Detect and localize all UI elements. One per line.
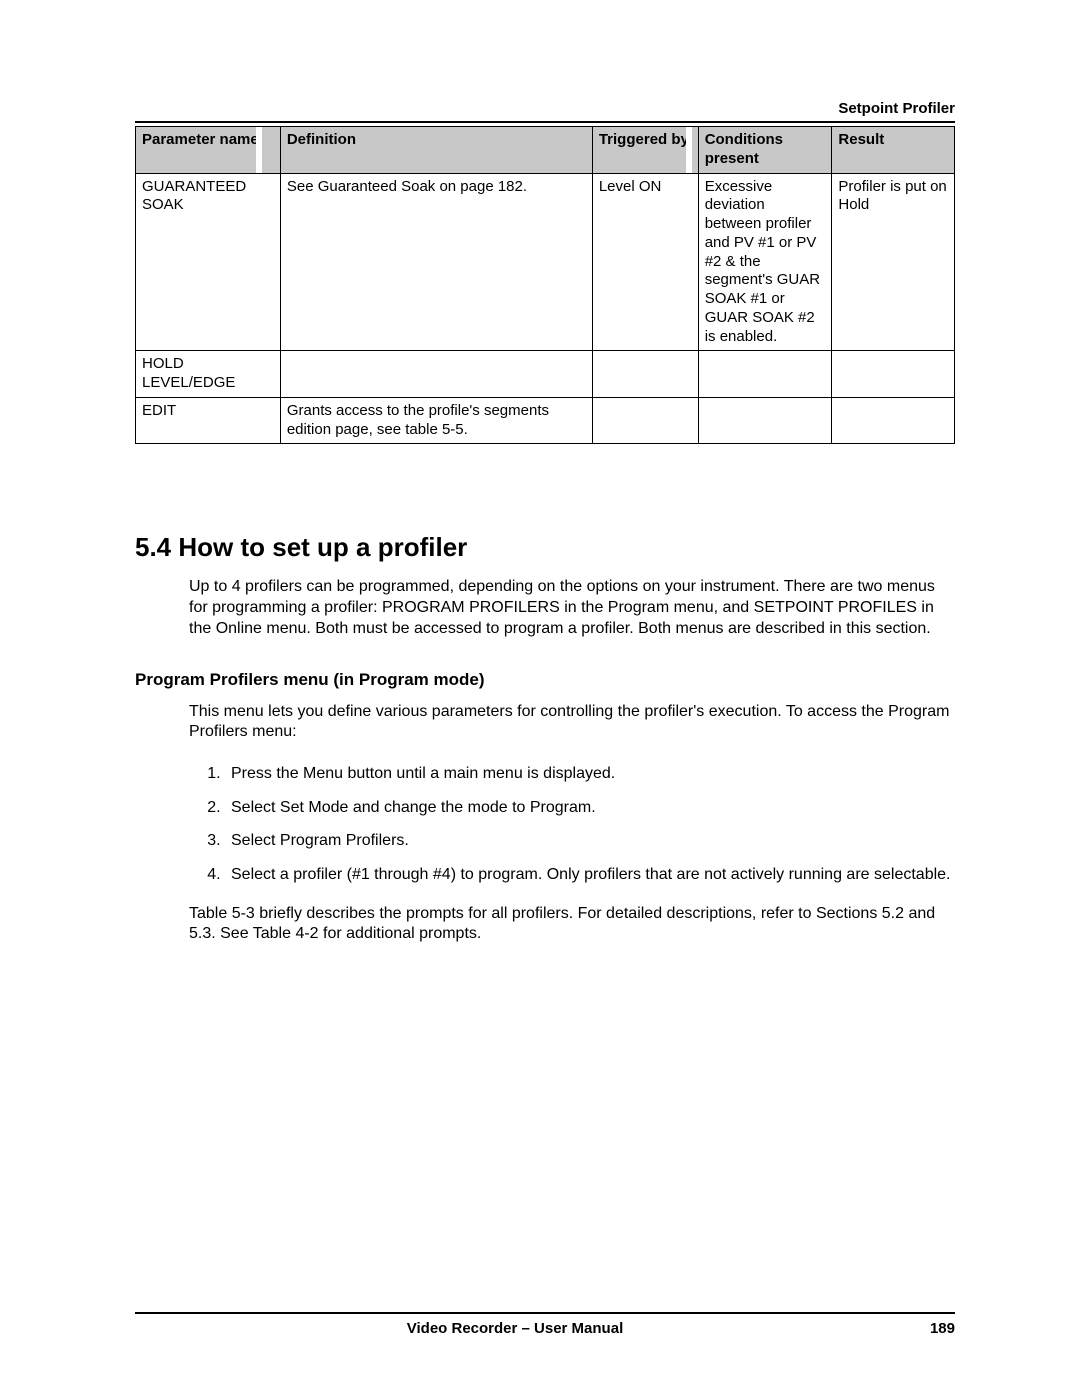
subsection-heading: Program Profilers menu (in Program mode) [135, 670, 955, 690]
cell-triggered [592, 397, 698, 444]
th-triggered-by: Triggered by [592, 127, 698, 174]
section-title: 5.4 How to set up a profiler [135, 532, 955, 563]
subsection-intro: This menu lets you define various parame… [189, 702, 955, 744]
cell-result [832, 397, 955, 444]
cell-param: EDIT [136, 397, 281, 444]
header-section-label: Setpoint Profiler [135, 100, 955, 117]
cell-definition: Grants access to the profile's segments … [280, 397, 592, 444]
cell-conditions [698, 351, 832, 398]
table-row: GUARANTEED SOAK See Guaranteed Soak on p… [136, 173, 955, 351]
th-parameter-name: Parameter name [136, 127, 281, 174]
parameter-table: Parameter name Definition Triggered by C… [135, 126, 955, 444]
after-list-paragraph: Table 5-3 briefly describes the prompts … [189, 904, 955, 946]
table-row: EDIT Grants access to the profile's segm… [136, 397, 955, 444]
section-intro: Up to 4 profilers can be programmed, dep… [189, 577, 955, 639]
steps-list: Press the Menu button until a main menu … [225, 763, 955, 897]
cell-conditions [698, 397, 832, 444]
table-header-row: Parameter name Definition Triggered by C… [136, 127, 955, 174]
cell-param: HOLD LEVEL/EDGE [136, 351, 281, 398]
list-item: Select Program Profilers. [225, 830, 955, 852]
cell-result: Profiler is put on Hold [832, 173, 955, 351]
cell-definition [280, 351, 592, 398]
list-item: Select Set Mode and change the mode to P… [225, 797, 955, 819]
th-conditions-present: Conditions present [698, 127, 832, 174]
cell-triggered [592, 351, 698, 398]
header-rule [135, 121, 955, 123]
table-row: HOLD LEVEL/EDGE [136, 351, 955, 398]
th-result: Result [832, 127, 955, 174]
th-definition: Definition [280, 127, 592, 174]
cell-conditions: Excessive deviation between profiler and… [698, 173, 832, 351]
page-footer: Video Recorder – User Manual 189 [135, 1312, 955, 1337]
footer-title: Video Recorder – User Manual [135, 1320, 895, 1337]
cell-result [832, 351, 955, 398]
list-item: Press the Menu button until a main menu … [225, 763, 955, 785]
cell-triggered: Level ON [592, 173, 698, 351]
footer-page-number: 189 [895, 1320, 955, 1337]
cell-definition: See Guaranteed Soak on page 182. [280, 173, 592, 351]
list-item: Select a profiler (#1 through #4) to pro… [225, 864, 955, 886]
cell-param: GUARANTEED SOAK [136, 173, 281, 351]
